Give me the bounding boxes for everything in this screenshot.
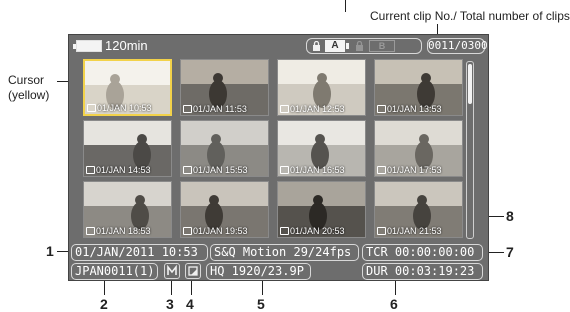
duration-display: DUR 00:03:19:23	[362, 263, 483, 280]
leader-3	[171, 280, 172, 295]
slot-b-indicator: B	[369, 40, 395, 52]
thumbnail-caption: 01/JAN 16:53	[280, 165, 345, 175]
thumbnail-date-time: 01/JAN 21:53	[387, 226, 442, 236]
thumbnail-caption: 01/JAN 19:53	[183, 226, 248, 236]
timecode-display: TCR 00:00:00:00	[362, 244, 483, 261]
callout-number-2: 2	[100, 296, 108, 312]
clip-thumbnail[interactable]: 01/JAN 14:53	[83, 120, 172, 177]
lock-icon	[356, 41, 363, 51]
thumbnail-date-time: 01/JAN 14:53	[96, 165, 151, 175]
clip-type-icon	[280, 165, 289, 174]
essence-mark-icon	[164, 263, 180, 279]
cursor-label: Cursor	[8, 73, 45, 87]
media-status: A B	[306, 38, 422, 54]
clip-type-icon	[377, 226, 386, 235]
clip-thumbnail[interactable]: 01/JAN 17:53	[374, 120, 463, 177]
clip-type-icon	[183, 104, 192, 113]
leader-5	[262, 280, 263, 295]
clip-type-icon	[86, 165, 95, 174]
thumbnail-date-time: 01/JAN 17:53	[387, 165, 442, 175]
thumbnail-date-time: 01/JAN 19:53	[193, 226, 248, 236]
current-clip-label: Current clip No./ Total number of clips	[370, 9, 570, 23]
thumbnail-caption: 01/JAN 10:53	[87, 103, 152, 113]
clip-type-icon	[86, 226, 95, 235]
scrollbar-thumb[interactable]	[468, 64, 472, 104]
clip-thumbnail[interactable]: 01/JAN 13:53	[374, 59, 463, 116]
callout-number-3: 3	[166, 296, 174, 312]
clip-thumbnail[interactable]: 01/JAN 16:53	[277, 120, 366, 177]
callout-number-6: 6	[390, 296, 398, 312]
scrollbar[interactable]	[466, 61, 474, 239]
clip-type-icon	[377, 104, 386, 113]
battery-remaining: 120min	[105, 38, 148, 53]
clip-thumbnail[interactable]: 01/JAN 11:53	[180, 59, 269, 116]
callout-number-7: 7	[506, 244, 514, 260]
battery-icon	[73, 40, 102, 52]
thumbnail-caption: 01/JAN 15:53	[183, 165, 248, 175]
clip-type-icon	[280, 226, 289, 235]
clip-thumbnail[interactable]: 01/JAN 15:53	[180, 120, 269, 177]
clip-type-icon	[280, 104, 289, 113]
status-bar: 120min A B 0011/0300	[69, 35, 488, 57]
motion-display: S&Q Motion 29/24fps	[210, 244, 359, 261]
thumbnail-caption: 01/JAN 14:53	[86, 165, 151, 175]
thumbnail-date-time: 01/JAN 15:53	[193, 165, 248, 175]
clip-flag-icon	[185, 263, 201, 279]
clip-thumbnail[interactable]: 01/JAN 18:53	[83, 181, 172, 238]
clip-thumbnail[interactable]: 01/JAN 19:53	[180, 181, 269, 238]
callout-number-4: 4	[186, 296, 194, 312]
thumbnail-caption: 01/JAN 21:53	[377, 226, 442, 236]
slot-a-indicator: A	[325, 40, 349, 52]
thumbnail-date-time: 01/JAN 18:53	[96, 226, 151, 236]
leader-4	[191, 280, 192, 295]
clip-thumbnail[interactable]: 01/JAN 12:53	[277, 59, 366, 116]
lock-icon	[313, 41, 320, 51]
clip-counter: 0011/0300	[427, 38, 488, 54]
clip-type-icon	[183, 226, 192, 235]
date-time-display: 01/JAN/2011 10:53	[71, 244, 208, 261]
cursor-sublabel: (yellow)	[8, 88, 50, 102]
clip-thumbnail-selected[interactable]: 01/JAN 10:53	[83, 59, 172, 116]
clip-type-icon	[377, 165, 386, 174]
thumbnail-date-time: 01/JAN 20:53	[290, 226, 345, 236]
leader-6	[395, 280, 396, 295]
clip-counter-leader	[345, 0, 346, 12]
thumbnail-caption: 01/JAN 13:53	[377, 104, 442, 114]
thumbnail-date-time: 01/JAN 11:53	[193, 104, 247, 114]
thumbnail-caption: 01/JAN 20:53	[280, 226, 345, 236]
thumbnail-date-time: 01/JAN 10:53	[97, 103, 152, 113]
thumbnail-grid: 01/JAN 10:53 01/JAN 11:53 01/JAN 12:53 01/J…	[83, 59, 463, 241]
thumbnail-caption: 01/JAN 18:53	[86, 226, 151, 236]
clip-thumbnail[interactable]: 01/JAN 20:53	[277, 181, 366, 238]
clip-name-display: JPAN0011(1)	[71, 263, 158, 280]
leader-7	[489, 252, 504, 253]
clip-type-icon	[87, 103, 96, 112]
thumbnail-caption: 01/JAN 17:53	[377, 165, 442, 175]
thumbnail-date-time: 01/JAN 13:53	[387, 104, 442, 114]
callout-number-1: 1	[46, 243, 54, 259]
leader-2	[104, 280, 105, 295]
clip-type-icon	[183, 165, 192, 174]
callout-number-5: 5	[257, 296, 265, 312]
thumbnail-date-time: 01/JAN 16:53	[290, 165, 345, 175]
callout-number-8: 8	[506, 208, 514, 224]
thumbnail-caption: 01/JAN 12:53	[280, 104, 345, 114]
thumbnail-caption: 01/JAN 11:53	[183, 104, 247, 114]
clip-thumbnail[interactable]: 01/JAN 21:53	[374, 181, 463, 238]
video-format-display: HQ 1920/23.9P	[206, 263, 311, 280]
thumbnail-date-time: 01/JAN 12:53	[290, 104, 345, 114]
thumbnail-screen: 120min A B 0011/0300 01/JAN 10:53 01/JAN …	[68, 34, 489, 281]
